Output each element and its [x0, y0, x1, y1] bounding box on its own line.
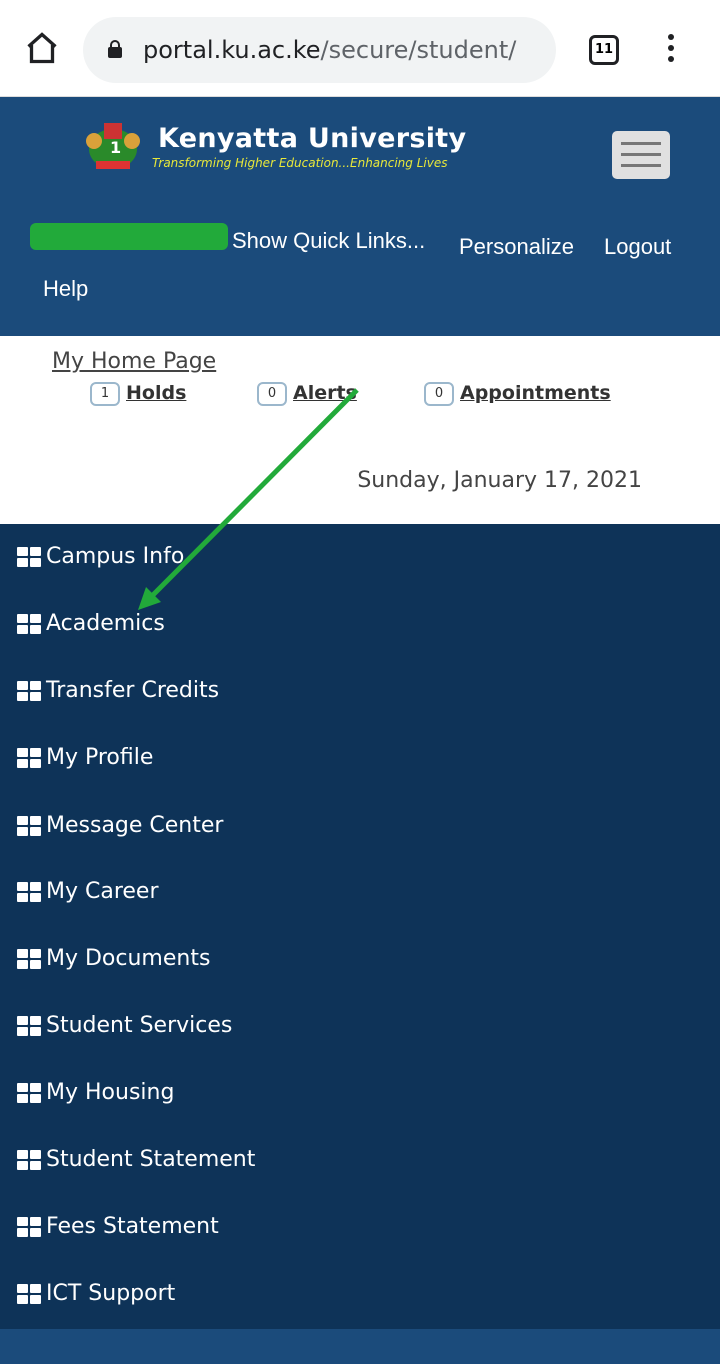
more-menu-icon[interactable]: [668, 34, 676, 66]
personalize-link[interactable]: Personalize: [459, 234, 574, 260]
holds-count-badge: 1: [90, 382, 120, 406]
lock-icon: [108, 40, 122, 58]
tiles-icon: [17, 747, 41, 768]
menu-item-my-housing[interactable]: My Housing: [17, 1080, 174, 1105]
redaction-mark: [30, 223, 228, 250]
menu-item-student-services[interactable]: Student Services: [17, 1013, 232, 1038]
tiles-icon: [17, 881, 41, 902]
tiles-icon: [17, 613, 41, 634]
tiles-icon: [17, 815, 41, 836]
logout-link[interactable]: Logout: [604, 234, 671, 260]
site-header: 1 Kenyatta University Transforming Highe…: [0, 97, 720, 336]
home-icon[interactable]: [24, 30, 60, 66]
menu-item-campus-info[interactable]: Campus Info: [17, 544, 184, 569]
menu-item-my-career[interactable]: My Career: [17, 879, 159, 904]
university-name: Kenyatta University: [158, 123, 467, 154]
appointments-link[interactable]: 0 Appointments: [424, 382, 611, 406]
menu-item-my-profile[interactable]: My Profile: [17, 745, 153, 770]
svg-text:1: 1: [110, 138, 121, 157]
address-bar[interactable]: portal.ku.ac.ke/secure/student/: [83, 17, 556, 83]
tiles-icon: [17, 546, 41, 567]
current-date: Sunday, January 17, 2021: [357, 468, 642, 493]
menu-item-my-documents[interactable]: My Documents: [17, 946, 210, 971]
tiles-icon: [17, 680, 41, 701]
tab-switcher-button[interactable]: 11: [589, 35, 619, 65]
appointments-count-badge: 0: [424, 382, 454, 406]
quick-links-link[interactable]: Show Quick Links...: [232, 228, 425, 254]
home-summary: My Home Page 1 Holds 0 Alerts 0 Appointment…: [0, 336, 720, 524]
menu-item-academics[interactable]: Academics: [17, 611, 165, 636]
university-logo: 1: [86, 123, 140, 169]
tiles-icon: [17, 1283, 41, 1304]
tiles-icon: [17, 948, 41, 969]
tiles-icon: [17, 1082, 41, 1103]
tiles-icon: [17, 1149, 41, 1170]
navigation-menu: Campus Info Academics Transfer Credits M…: [0, 524, 720, 1329]
help-link[interactable]: Help: [43, 276, 88, 302]
holds-link[interactable]: 1 Holds: [90, 382, 186, 406]
alerts-count-badge: 0: [257, 382, 287, 406]
menu-item-fees-statement[interactable]: Fees Statement: [17, 1214, 219, 1239]
footer-bar: [0, 1329, 720, 1364]
browser-toolbar: portal.ku.ac.ke/secure/student/ 11: [0, 0, 720, 97]
tiles-icon: [17, 1216, 41, 1237]
hamburger-menu-button[interactable]: [612, 131, 670, 179]
alerts-link[interactable]: 0 Alerts: [257, 382, 357, 406]
menu-item-student-statement[interactable]: Student Statement: [17, 1147, 255, 1172]
my-home-page-link[interactable]: My Home Page: [52, 349, 216, 374]
url-text: portal.ku.ac.ke/secure/student/: [143, 36, 517, 64]
tagline: Transforming Higher Education...Enhancin…: [152, 156, 448, 170]
menu-item-ict-support[interactable]: ICT Support: [17, 1281, 175, 1306]
menu-item-message-center[interactable]: Message Center: [17, 813, 223, 838]
tiles-icon: [17, 1015, 41, 1036]
menu-item-transfer-credits[interactable]: Transfer Credits: [17, 678, 219, 703]
